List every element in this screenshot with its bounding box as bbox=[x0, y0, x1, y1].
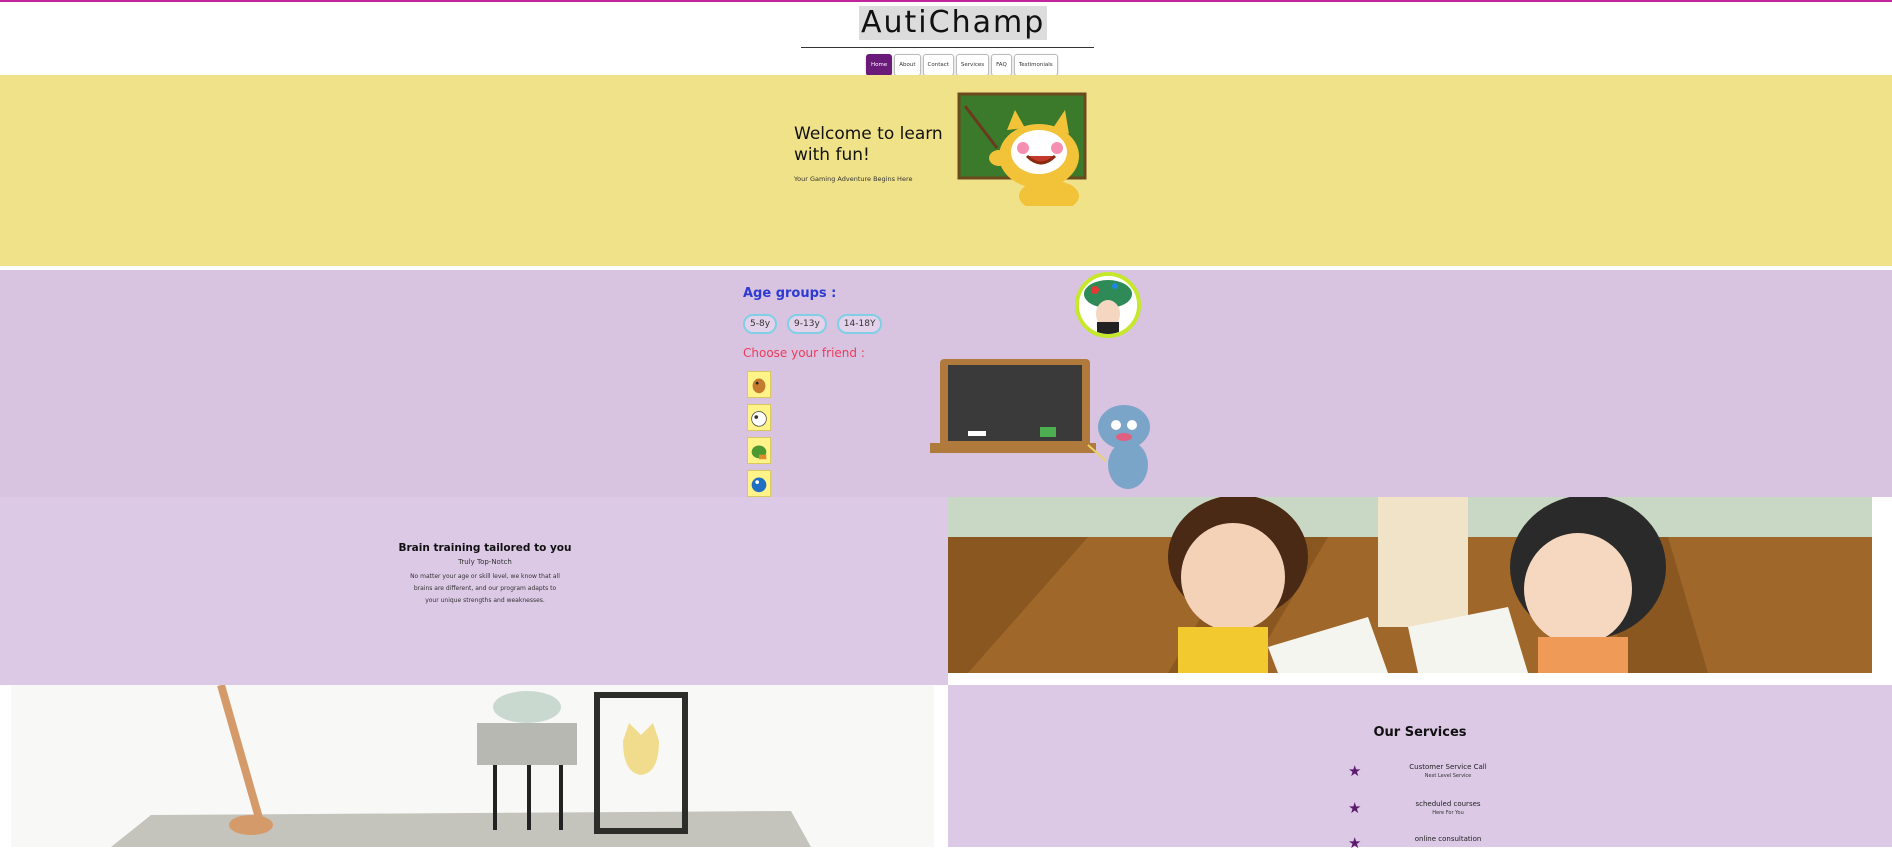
brand-divider bbox=[801, 47, 1094, 48]
image-margin-bottom bbox=[948, 673, 1892, 685]
nav-home-button[interactable]: Home bbox=[866, 54, 893, 76]
services-section: Our Services ★ Customer Service Call Nex… bbox=[948, 685, 1892, 851]
turtle-friend-icon[interactable] bbox=[747, 437, 771, 464]
nav-services-button[interactable]: Services bbox=[955, 54, 990, 76]
services-title: Our Services bbox=[1373, 725, 1467, 740]
friend-list bbox=[747, 371, 771, 497]
service-name: scheduled courses bbox=[1415, 800, 1481, 808]
star-icon: ★ bbox=[1348, 834, 1362, 852]
brand-logo[interactable]: AutiChamp bbox=[859, 6, 1048, 40]
brain-training-section: Brain training tailored to you Truly Top… bbox=[0, 497, 948, 685]
nav-about-button[interactable]: About bbox=[894, 54, 921, 76]
image-margin bbox=[1872, 497, 1892, 685]
site-header: AutiChamp Home About Contact Services FA… bbox=[0, 2, 1892, 76]
cow-friend-icon[interactable] bbox=[747, 404, 771, 431]
service-item[interactable]: ★ Customer Service Call Next Level Servi… bbox=[1348, 763, 1508, 793]
cat-teacher-illustration bbox=[957, 92, 1087, 206]
star-icon: ★ bbox=[1348, 799, 1362, 817]
age-group-pill[interactable]: 9-13y bbox=[787, 314, 827, 334]
choose-friend-label: Choose your friend : bbox=[743, 346, 865, 360]
age-group-list: 5-8y 9-13y 14-18Y bbox=[743, 314, 883, 334]
age-groups-label: Age groups : bbox=[743, 286, 837, 301]
user-avatar[interactable] bbox=[1075, 272, 1141, 338]
brain-training-body: No matter your age or skill level, we kn… bbox=[410, 573, 560, 604]
brain-training-title: Brain training tailored to you bbox=[398, 542, 572, 554]
service-item[interactable]: ★ online consultation bbox=[1348, 835, 1508, 865]
nav-faq-button[interactable]: FAQ bbox=[991, 54, 1012, 76]
chalkboard-cat-illustration bbox=[930, 359, 1150, 489]
age-group-pill[interactable]: 14-18Y bbox=[836, 314, 883, 334]
bird-friend-icon[interactable] bbox=[747, 470, 771, 497]
age-groups-section: Age groups : 5-8y 9-13y 14-18Y Choose yo… bbox=[0, 270, 1892, 497]
service-name: online consultation bbox=[1414, 835, 1482, 843]
room-illustration bbox=[11, 685, 934, 847]
room-illustration-panel bbox=[0, 685, 948, 847]
service-name: Customer Service Call bbox=[1409, 763, 1487, 771]
hero-title: Welcome to learn with fun! bbox=[794, 124, 943, 165]
star-icon: ★ bbox=[1348, 762, 1362, 780]
service-item[interactable]: ★ scheduled courses Here For You bbox=[1348, 800, 1508, 830]
brain-training-subtitle: Truly Top-Notch bbox=[458, 558, 512, 566]
nav-testimonials-button[interactable]: Testimonials bbox=[1013, 54, 1058, 76]
kids-studying-image bbox=[948, 497, 1872, 673]
service-note: Here For You bbox=[1432, 810, 1464, 816]
dog-friend-icon[interactable] bbox=[747, 371, 771, 398]
main-nav: Home About Contact Services FAQ Testimon… bbox=[866, 54, 1058, 76]
nav-contact-button[interactable]: Contact bbox=[922, 54, 954, 76]
hero-section: Welcome to learn with fun! Your Gaming A… bbox=[0, 75, 1892, 266]
service-note: Next Level Service bbox=[1424, 773, 1472, 779]
hero-subtitle: Your Gaming Adventure Begins Here bbox=[794, 175, 913, 183]
age-group-pill[interactable]: 5-8y bbox=[743, 314, 778, 334]
